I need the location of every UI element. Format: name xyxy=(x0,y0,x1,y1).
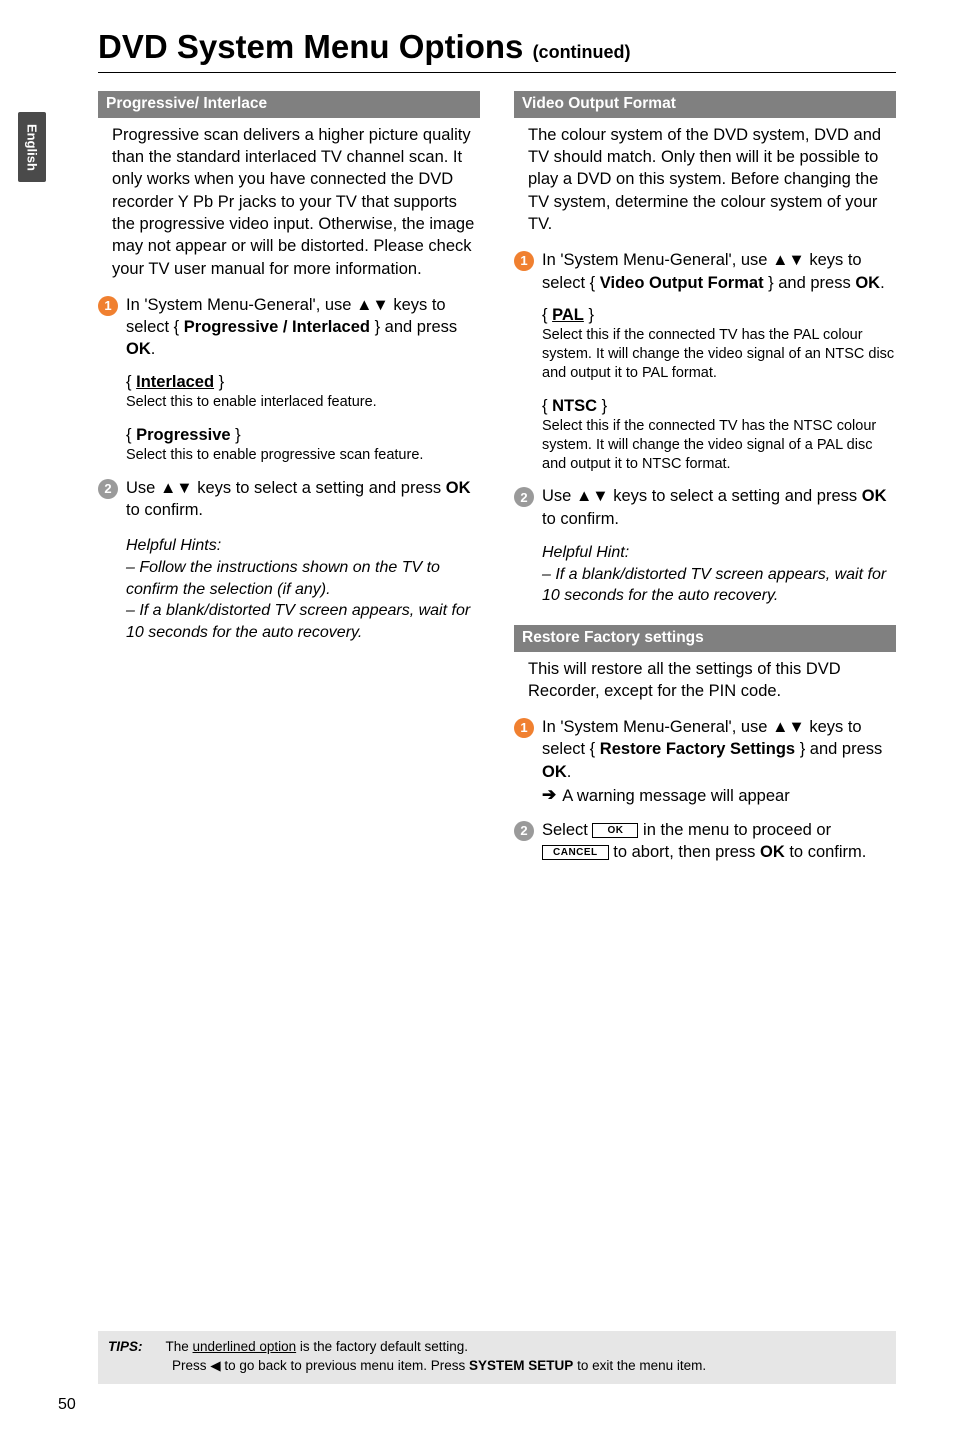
up-down-icon: ▲▼ xyxy=(772,251,805,269)
tips-label: TIPS: xyxy=(108,1337,162,1357)
step-1-left: 1 In 'System Menu-General', use ▲▼ keys … xyxy=(98,294,480,361)
progressive-intro: Progressive scan delivers a higher pictu… xyxy=(112,124,480,280)
step-2-video: 2 Use ▲▼ keys to select a setting and pr… xyxy=(514,485,896,530)
option-interlaced: { Interlaced } Select this to enable int… xyxy=(126,371,480,412)
tips-line2: Press ◀ to go back to previous menu item… xyxy=(172,1356,886,1376)
section-restore-factory: Restore Factory settings xyxy=(514,625,896,652)
left-column: Progressive/ Interlace Progressive scan … xyxy=(98,91,480,874)
page-number: 50 xyxy=(58,1396,76,1414)
section-progressive-interlace: Progressive/ Interlace xyxy=(98,91,480,118)
gray-bullet-2-icon: 2 xyxy=(514,821,534,841)
gray-bullet-2-icon: 2 xyxy=(514,487,534,507)
page-title: DVD System Menu Options (continued) xyxy=(98,28,896,66)
step-1-video: 1 In 'System Menu-General', use ▲▼ keys … xyxy=(514,249,896,294)
step-2-left: 2 Use ▲▼ keys to select a setting and pr… xyxy=(98,477,480,522)
right-arrow-icon: ➔ xyxy=(542,785,556,805)
up-down-icon: ▲▼ xyxy=(576,487,609,505)
orange-bullet-1-icon: 1 xyxy=(98,296,118,316)
step-2-restore: 2 Select OK in the menu to proceed or CA… xyxy=(514,819,896,864)
tips-line1: The underlined option is the factory def… xyxy=(166,1339,468,1354)
orange-bullet-1-icon: 1 xyxy=(514,718,534,738)
up-down-icon: ▲▼ xyxy=(160,479,193,497)
option-progressive: { Progressive } Select this to enable pr… xyxy=(126,424,480,465)
title-rule xyxy=(98,72,896,73)
orange-bullet-1-icon: 1 xyxy=(514,251,534,271)
left-arrow-icon: ◀ xyxy=(210,1358,220,1373)
tips-bar: TIPS: The underlined option is the facto… xyxy=(98,1331,896,1384)
language-tab: English xyxy=(18,112,46,182)
step-1-restore-text: In 'System Menu-General', use ▲▼ keys to… xyxy=(542,716,896,783)
restore-substep: ➔ A warning message will appear xyxy=(542,785,896,807)
gray-bullet-2-icon: 2 xyxy=(98,479,118,499)
step-1-restore: 1 In 'System Menu-General', use ▲▼ keys … xyxy=(514,716,896,783)
step-2-video-text: Use ▲▼ keys to select a setting and pres… xyxy=(542,485,896,530)
option-pal: { PAL } Select this if the connected TV … xyxy=(542,304,896,383)
step-1-video-text: In 'System Menu-General', use ▲▼ keys to… xyxy=(542,249,896,294)
helpful-hints-left: Helpful Hints: – Follow the instructions… xyxy=(126,535,480,643)
section-video-output: Video Output Format xyxy=(514,91,896,118)
right-column: Video Output Format The colour system of… xyxy=(514,91,896,874)
title-sub: (continued) xyxy=(533,42,631,62)
step-1-left-text: In 'System Menu-General', use ▲▼ keys to… xyxy=(126,294,480,361)
ok-inline-button-icon: OK xyxy=(592,823,638,838)
title-main: DVD System Menu Options xyxy=(98,28,533,65)
cancel-inline-button-icon: CANCEL xyxy=(542,845,609,860)
step-2-restore-text: Select OK in the menu to proceed or CANC… xyxy=(542,819,896,864)
video-output-intro: The colour system of the DVD system, DVD… xyxy=(528,124,896,235)
helpful-hint-right: Helpful Hint: – If a blank/distorted TV … xyxy=(542,542,896,607)
option-ntsc: { NTSC } Select this if the connected TV… xyxy=(542,395,896,474)
up-down-icon: ▲▼ xyxy=(356,296,389,314)
up-down-icon: ▲▼ xyxy=(772,718,805,736)
restore-intro: This will restore all the settings of th… xyxy=(528,658,896,703)
step-2-left-text: Use ▲▼ keys to select a setting and pres… xyxy=(126,477,480,522)
